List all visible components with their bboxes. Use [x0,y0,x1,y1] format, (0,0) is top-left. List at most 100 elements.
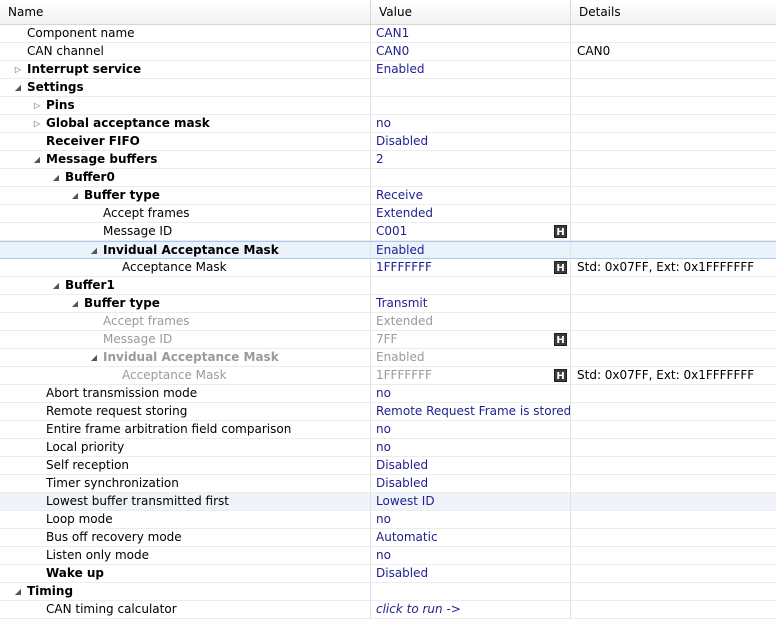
property-value[interactable]: 2 [371,151,571,168]
property-row-accept-frames[interactable]: Accept frames Extended [0,313,776,331]
property-row-lowest-buffer-transmitted-first[interactable]: Lowest buffer transmitted first Lowest ID [0,493,776,511]
property-value-text: no [376,440,391,454]
property-value[interactable] [371,583,571,600]
property-value[interactable]: no [371,421,571,438]
property-name: Wake up [46,566,105,580]
property-row-self-reception[interactable]: Self reception Disabled [0,457,776,475]
property-value[interactable]: Lowest ID [371,493,571,510]
property-value[interactable]: Transmit [371,295,571,312]
property-row-receiver-fifo[interactable]: Receiver FIFO Disabled [0,133,776,151]
property-name: Global acceptance mask [46,116,210,130]
property-name-cell: ◢ Invidual Acceptance Mask [0,349,371,366]
expanded-triangle-icon[interactable]: ◢ [49,169,63,186]
property-value-text: Enabled [376,62,425,76]
expanded-triangle-icon[interactable]: ◢ [87,242,101,259]
property-value[interactable]: Extended [371,205,571,222]
property-value[interactable] [371,97,571,114]
expanded-triangle-icon[interactable]: ◢ [68,187,82,204]
property-value[interactable]: Remote Request Frame is stored [371,403,571,420]
column-header-details[interactable]: Details [571,0,776,24]
property-row-can-channel[interactable]: CAN channel CAN0 CAN0 [0,43,776,61]
column-header-value[interactable]: Value [371,0,571,24]
property-value[interactable]: Disabled [371,475,571,492]
property-row-remote-request-storing[interactable]: Remote request storing Remote Request Fra… [0,403,776,421]
expanded-triangle-icon[interactable]: ◢ [87,349,101,366]
column-header-name[interactable]: Name [0,0,371,24]
property-row-settings[interactable]: ◢ Settings [0,79,776,97]
property-details [571,547,776,564]
property-value[interactable]: Enabled [371,349,571,366]
property-value[interactable]: Disabled [371,133,571,150]
property-name-cell: ◢ Message buffers [0,151,371,168]
property-row-timing[interactable]: ◢ Timing [0,583,776,601]
hex-editor-button[interactable]: H [554,333,567,346]
property-row-pins[interactable]: ▷ Pins [0,97,776,115]
property-row-invidual-acceptance-mask[interactable]: ◢ Invidual Acceptance Mask Enabled [0,349,776,367]
property-name: Buffer0 [65,170,115,184]
property-value[interactable]: 7FF H [371,331,571,348]
property-row-accept-frames[interactable]: Accept frames Extended [0,205,776,223]
property-row-global-acceptance-mask[interactable]: ▷ Global acceptance mask no [0,115,776,133]
property-row-interrupt-service[interactable]: ▷ Interrupt service Enabled [0,61,776,79]
property-details [571,601,776,618]
property-row-acceptance-mask[interactable]: Acceptance Mask 1FFFFFFF H Std: 0x07FF, Ext… [0,259,776,277]
property-row-listen-only-mode[interactable]: Listen only mode no [0,547,776,565]
property-value[interactable]: CAN0 [371,43,571,60]
property-row-can-timing-calculator[interactable]: CAN timing calculator click to run -> [0,601,776,619]
property-value[interactable]: no [371,439,571,456]
collapsed-triangle-icon[interactable]: ▷ [11,61,25,78]
property-name-cell: Local priority [0,439,371,456]
property-value[interactable] [371,79,571,96]
property-value[interactable]: no [371,511,571,528]
hex-editor-button[interactable]: H [554,225,567,238]
property-details: Std: 0x07FF, Ext: 0x1FFFFFFF [577,260,755,274]
property-row-timer-synchronization[interactable]: Timer synchronization Disabled [0,475,776,493]
property-value[interactable]: C001 H [371,223,571,240]
property-row-abort-transmission-mode[interactable]: Abort transmission mode no [0,385,776,403]
property-value[interactable]: no [371,385,571,402]
property-row-loop-mode[interactable]: Loop mode no [0,511,776,529]
property-value[interactable]: Receive [371,187,571,204]
property-value[interactable]: Extended [371,313,571,330]
property-row-message-id[interactable]: Message ID C001 H [0,223,776,241]
property-row-buffer1[interactable]: ◢ Buffer1 [0,277,776,295]
expanded-triangle-icon[interactable]: ◢ [49,277,63,294]
property-value[interactable] [371,169,571,186]
expanded-triangle-icon[interactable]: ◢ [11,583,25,600]
expanded-triangle-icon[interactable]: ◢ [11,79,25,96]
property-value[interactable]: Disabled [371,457,571,474]
property-row-message-id[interactable]: Message ID 7FF H [0,331,776,349]
click-to-run-link[interactable]: click to run -> [371,601,571,618]
property-value[interactable]: Disabled [371,565,571,582]
property-value[interactable]: Enabled [371,61,571,78]
property-row-message-buffers[interactable]: ◢ Message buffers 2 [0,151,776,169]
property-row-component-name[interactable]: Component name CAN1 [0,25,776,43]
property-value[interactable]: Enabled [371,242,571,259]
property-row-buffer0[interactable]: ◢ Buffer0 [0,169,776,187]
property-value[interactable]: CAN1 [371,25,571,42]
collapsed-triangle-icon[interactable]: ▷ [30,97,44,114]
property-value[interactable]: Automatic [371,529,571,546]
hex-editor-button[interactable]: H [554,369,567,382]
expanded-triangle-icon[interactable]: ◢ [30,151,44,168]
property-row-wake-up[interactable]: Wake up Disabled [0,565,776,583]
expanded-triangle-icon[interactable]: ◢ [68,295,82,312]
property-row-invidual-acceptance-mask[interactable]: ◢ Invidual Acceptance Mask Enabled [0,241,776,259]
property-row-buffer-type[interactable]: ◢ Buffer type Receive [0,187,776,205]
property-value[interactable]: no [371,547,571,564]
property-row-local-priority[interactable]: Local priority no [0,439,776,457]
property-value[interactable]: no [371,115,571,132]
property-value-text: Receive [376,188,423,202]
hex-editor-button[interactable]: H [554,261,567,274]
property-value[interactable]: 1FFFFFFF H [371,259,571,276]
property-row-bus-off-recovery-mode[interactable]: Bus off recovery mode Automatic [0,529,776,547]
property-value[interactable]: 1FFFFFFF H [371,367,571,384]
property-value[interactable] [371,277,571,294]
property-row-buffer-type[interactable]: ◢ Buffer type Transmit [0,295,776,313]
property-details [571,242,776,259]
property-row-entire-frame-arbitration-field-comparison[interactable]: Entire frame arbitration field compariso… [0,421,776,439]
property-name-cell: Loop mode [0,511,371,528]
collapsed-triangle-icon[interactable]: ▷ [30,115,44,132]
property-row-acceptance-mask[interactable]: Acceptance Mask 1FFFFFFF H Std: 0x07FF, Ext… [0,367,776,385]
property-details [571,403,776,420]
